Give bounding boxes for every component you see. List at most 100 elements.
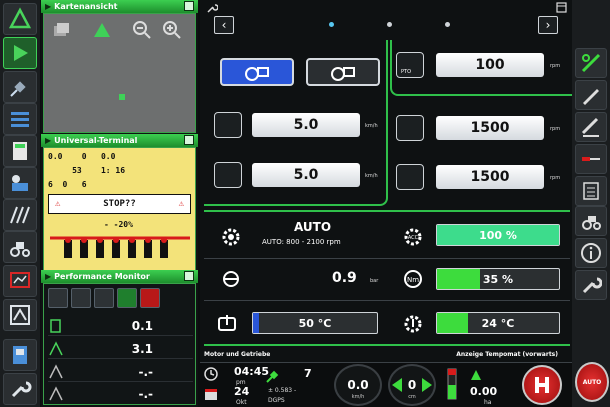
- mode-button-2[interactable]: [306, 58, 380, 86]
- stop-text: STOP??: [103, 199, 136, 209]
- map-panel-label: Kartenansicht: [54, 2, 118, 11]
- rpm-1-field[interactable]: 1500: [436, 116, 544, 140]
- expand-arrow-icon: ▶: [45, 272, 52, 281]
- speed-gauge: 0.0 km/h: [334, 364, 382, 406]
- map-view[interactable]: [43, 13, 196, 133]
- pen-icon[interactable]: [575, 80, 607, 110]
- turbo-pressure-icon: [223, 271, 239, 287]
- rpm-2-field[interactable]: 1500: [436, 165, 544, 189]
- slip-gauge-value: 0: [407, 378, 417, 392]
- camera-icon[interactable]: [3, 167, 37, 199]
- info-icon[interactable]: [575, 238, 607, 268]
- layers-icon[interactable]: [52, 20, 72, 40]
- pm-row: 3.1: [48, 339, 193, 359]
- slip-gauge-unit: cm: [408, 394, 416, 400]
- page-indicator: [387, 22, 392, 27]
- svg-text:ACC: ACC: [408, 235, 419, 241]
- mode-button-1[interactable]: [220, 58, 294, 86]
- left-toolbar: [0, 0, 40, 407]
- ut-panel-title[interactable]: ▶ Universal-Terminal: [41, 134, 198, 147]
- speed-2-field[interactable]: 5.0: [252, 163, 360, 187]
- performance-monitor: 0.1 3.1 -.- -.-: [43, 283, 196, 405]
- pencil-icon[interactable]: [575, 112, 607, 142]
- transmission-settings-icon[interactable]: [575, 48, 607, 78]
- pressure-value: 0.9: [332, 270, 357, 286]
- clock-icon: [204, 367, 218, 381]
- list-icon[interactable]: [3, 103, 37, 135]
- terminal-icon[interactable]: [3, 339, 37, 371]
- map-panel-title[interactable]: ▶ Kartenansicht: [41, 0, 198, 13]
- speed-gauge-unit: km/h: [351, 394, 365, 400]
- consumption-icon: [49, 363, 63, 378]
- pm-panel-label: Performance Monitor: [54, 272, 150, 281]
- coolant-temp-bar: 50 °C: [252, 312, 378, 334]
- zoom-out-icon[interactable]: [132, 20, 152, 40]
- prev-page-button[interactable]: ‹: [214, 16, 234, 34]
- implement-icon[interactable]: [3, 199, 37, 231]
- engine-mode-gear-icon[interactable]: [220, 226, 242, 248]
- pto-unit: rpm: [550, 63, 561, 69]
- hectare-counter-icon: [471, 370, 481, 380]
- monitor-icon[interactable]: [3, 265, 37, 297]
- ut-row-2: 53 1: 16: [48, 166, 126, 175]
- torque-icon: Nm: [404, 270, 422, 288]
- hourglass-tab-icon[interactable]: [71, 288, 91, 308]
- cruise-speed-1-icon[interactable]: [214, 112, 242, 138]
- pm-row: 0.1: [48, 316, 193, 336]
- pm-row: -.-: [48, 362, 193, 382]
- torque-value: 35 %: [482, 272, 514, 286]
- calculator-icon[interactable]: [3, 135, 37, 167]
- next-page-button[interactable]: ›: [538, 16, 558, 34]
- wrench-icon[interactable]: [575, 270, 607, 300]
- home-icon[interactable]: [3, 3, 37, 35]
- acceleration-bar[interactable]: 100 %: [436, 224, 560, 246]
- satellite-icon[interactable]: [3, 71, 37, 103]
- field-view-icon[interactable]: [92, 20, 112, 40]
- acceleration-gear-icon[interactable]: ACC: [402, 226, 424, 248]
- consumption-icon: [49, 386, 63, 401]
- area-value: 0.00: [470, 385, 498, 398]
- expand-arrow-icon: ▶: [45, 2, 52, 11]
- play-icon[interactable]: [3, 37, 37, 69]
- mode-title: AUTO: [294, 220, 332, 234]
- pause-tab-icon[interactable]: [117, 288, 137, 308]
- engine-rpm-1-icon[interactable]: [396, 115, 424, 141]
- gps-accuracy: ± 0.583 -: [268, 387, 297, 394]
- rpm-1-unit: rpm: [550, 126, 561, 132]
- cruise-speed-2-icon[interactable]: [214, 162, 242, 188]
- date-day: 24: [234, 385, 250, 398]
- pto-icon[interactable]: PTO: [396, 52, 424, 78]
- record-tab-icon[interactable]: [140, 288, 160, 308]
- coolant-temp-icon: [218, 315, 236, 331]
- pin-icon[interactable]: [184, 1, 194, 11]
- engine-rpm-2-icon[interactable]: [396, 164, 424, 190]
- pm-panel-title[interactable]: ▶ Performance Monitor: [41, 270, 198, 283]
- pm-value: 0.1: [131, 318, 153, 333]
- pin-icon[interactable]: [184, 271, 194, 281]
- universal-terminal-screen[interactable]: 0.0 0 0.0 53 1: 16 6 0 6 ⚠ STOP?? ⚠ - -2…: [43, 147, 196, 271]
- wrench-icon[interactable]: [3, 373, 37, 405]
- auto-mode-button[interactable]: AUTO: [575, 362, 609, 402]
- divider: [204, 344, 570, 346]
- pm-value: 3.1: [131, 341, 153, 356]
- page-indicator-active: [329, 22, 334, 27]
- pm-value: -.-: [138, 387, 153, 401]
- area-tab-icon[interactable]: [94, 288, 114, 308]
- checklist-icon[interactable]: [575, 176, 607, 206]
- window-icon[interactable]: [556, 2, 567, 13]
- screwdriver-icon[interactable]: [575, 144, 607, 174]
- zoom-in-icon[interactable]: [162, 20, 182, 40]
- tractor-icon[interactable]: [3, 231, 37, 263]
- pin-icon[interactable]: [184, 135, 194, 145]
- tractor-settings-icon[interactable]: [575, 206, 607, 236]
- fuel-tab-icon[interactable]: [48, 288, 68, 308]
- chart-icon[interactable]: [3, 299, 37, 331]
- pto-value-field[interactable]: 100: [436, 53, 544, 77]
- hydraulics-icon: [535, 377, 549, 393]
- wrench-icon[interactable]: [206, 2, 218, 14]
- speed-1-field[interactable]: 5.0: [252, 113, 360, 137]
- date-month: Okt: [236, 399, 247, 406]
- emergency-stop-button[interactable]: [522, 365, 562, 405]
- rpm-2-unit: rpm: [550, 175, 561, 181]
- stop-warning[interactable]: ⚠ STOP?? ⚠: [48, 194, 191, 214]
